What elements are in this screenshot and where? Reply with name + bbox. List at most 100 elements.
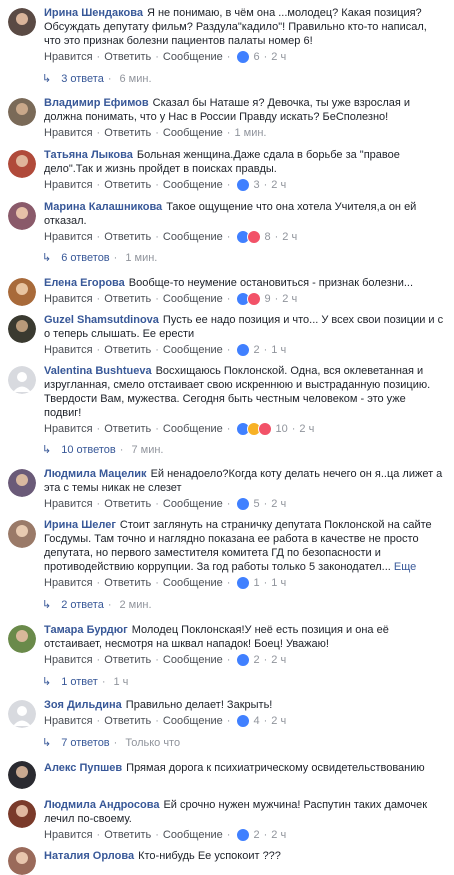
message-button[interactable]: Сообщение	[163, 828, 223, 842]
reply-button[interactable]: Ответить	[104, 343, 151, 357]
like-reaction-icon	[236, 50, 251, 64]
avatar[interactable]	[8, 8, 36, 36]
view-replies-link[interactable]: ↳ 1 ответ · 1 ч	[42, 674, 128, 690]
message-button[interactable]: Сообщение	[163, 343, 223, 357]
reactions[interactable]: 3	[236, 178, 260, 192]
comment-author[interactable]: Ирина Шелег	[44, 519, 116, 531]
comment-time[interactable]: 2 ч	[271, 497, 286, 511]
reactions[interactable]: 10	[236, 422, 288, 436]
reactions[interactable]: 2	[236, 343, 260, 357]
comment-time[interactable]: 2 ч	[271, 828, 286, 842]
avatar[interactable]	[8, 202, 36, 230]
avatar[interactable]	[8, 847, 36, 875]
see-more-link[interactable]: Еще	[394, 561, 416, 573]
reply-button[interactable]: Ответить	[104, 828, 151, 842]
message-button[interactable]: Сообщение	[163, 497, 223, 511]
avatar[interactable]	[8, 469, 36, 497]
comment-author[interactable]: Марина Калашникова	[44, 201, 162, 213]
reply-button[interactable]: Ответить	[104, 576, 151, 590]
view-replies-link[interactable]: ↳ 7 ответов · Только что	[42, 735, 180, 751]
like-button[interactable]: Нравится	[44, 714, 93, 728]
message-button[interactable]: Сообщение	[163, 126, 223, 140]
reply-button[interactable]: Ответить	[104, 497, 151, 511]
reactions[interactable]: 5	[236, 497, 260, 511]
like-button[interactable]: Нравится	[44, 292, 93, 306]
like-button[interactable]: Нравится	[44, 50, 93, 64]
like-button[interactable]: Нравится	[44, 422, 93, 436]
reply-button[interactable]: Ответить	[104, 178, 151, 192]
view-replies-link[interactable]: ↳ 6 ответов · 1 мин.	[42, 250, 157, 266]
comment-author[interactable]: Valentina Bushtueva	[44, 365, 152, 377]
comment-time[interactable]: 1 ч	[271, 343, 286, 357]
comment-author[interactable]: Ирина Шендакова	[44, 7, 143, 19]
comment-time[interactable]: 2 ч	[271, 178, 286, 192]
reply-button[interactable]: Ответить	[104, 50, 151, 64]
comment-actions: Нравится · Ответить · Сообщение · 2 · 2 ч	[44, 828, 287, 842]
comment-time[interactable]: 2 ч	[282, 292, 297, 306]
reactions[interactable]: 2	[236, 653, 260, 667]
comment-time[interactable]: 1 мин.	[234, 126, 266, 140]
reactions[interactable]: 2	[236, 828, 260, 842]
like-button[interactable]: Нравится	[44, 497, 93, 511]
avatar[interactable]	[8, 800, 36, 828]
comment-author[interactable]: Людмила Андросова	[44, 799, 159, 811]
avatar[interactable]	[8, 700, 36, 728]
reactions[interactable]: 4	[236, 714, 260, 728]
comment-author[interactable]: Тамара Бурдюг	[44, 624, 128, 636]
message-button[interactable]: Сообщение	[163, 292, 223, 306]
view-replies-link[interactable]: ↳ 3 ответа · 6 мин.	[42, 71, 152, 87]
reactions[interactable]: 9	[236, 292, 271, 306]
comment-author[interactable]: Людмила Мацелик	[44, 468, 147, 480]
comment-author[interactable]: Наталия Орлова	[44, 850, 134, 862]
avatar[interactable]	[8, 366, 36, 394]
like-button[interactable]: Нравится	[44, 343, 93, 357]
comment-author[interactable]: Елена Егорова	[44, 277, 125, 289]
avatar[interactable]	[8, 278, 36, 306]
reply-button[interactable]: Ответить	[104, 422, 151, 436]
like-button[interactable]: Нравится	[44, 653, 93, 667]
message-button[interactable]: Сообщение	[163, 230, 223, 244]
comment-actions: Нравится · Ответить · Сообщение · 5 · 2 ч	[44, 497, 287, 511]
comment-author[interactable]: Guzel Shamsutdinova	[44, 314, 159, 326]
like-button[interactable]: Нравится	[44, 230, 93, 244]
reactions[interactable]: 1	[236, 576, 260, 590]
avatar[interactable]	[8, 520, 36, 548]
avatar[interactable]	[8, 98, 36, 126]
message-button[interactable]: Сообщение	[163, 50, 223, 64]
reply-arrow-icon: ↳	[42, 737, 52, 749]
comment-author[interactable]: Алекс Пупшев	[44, 762, 122, 774]
comment-time[interactable]: 2 ч	[299, 422, 314, 436]
reactions[interactable]: 6	[236, 50, 260, 64]
comment-author[interactable]: Татьяна Лыкова	[44, 149, 133, 161]
like-button[interactable]: Нравится	[44, 576, 93, 590]
love-reaction-icon	[247, 230, 262, 244]
message-button[interactable]: Сообщение	[163, 576, 223, 590]
view-replies-link[interactable]: ↳ 10 ответов · 7 мин.	[42, 442, 163, 458]
avatar[interactable]	[8, 625, 36, 653]
like-reaction-icon	[236, 343, 251, 357]
message-button[interactable]: Сообщение	[163, 178, 223, 192]
message-button[interactable]: Сообщение	[163, 422, 223, 436]
reply-button[interactable]: Ответить	[104, 653, 151, 667]
reactions[interactable]: 8	[236, 230, 271, 244]
comment-author[interactable]: Владимир Ефимов	[44, 97, 149, 109]
comment-time[interactable]: 1 ч	[271, 576, 286, 590]
reply-button[interactable]: Ответить	[104, 714, 151, 728]
view-replies-link[interactable]: ↳ 2 ответа · 2 мин.	[42, 597, 152, 613]
comment-time[interactable]: 2 ч	[282, 230, 297, 244]
message-button[interactable]: Сообщение	[163, 714, 223, 728]
comment-time[interactable]: 2 ч	[271, 714, 286, 728]
comment-time[interactable]: 2 ч	[271, 50, 286, 64]
reply-button[interactable]: Ответить	[104, 126, 151, 140]
like-button[interactable]: Нравится	[44, 828, 93, 842]
reply-button[interactable]: Ответить	[104, 292, 151, 306]
comment-time[interactable]: 2 ч	[271, 653, 286, 667]
reply-button[interactable]: Ответить	[104, 230, 151, 244]
avatar[interactable]	[8, 761, 36, 789]
like-button[interactable]: Нравится	[44, 178, 93, 192]
like-button[interactable]: Нравится	[44, 126, 93, 140]
comment-author[interactable]: Зоя Дильдина	[44, 699, 122, 711]
avatar[interactable]	[8, 315, 36, 343]
message-button[interactable]: Сообщение	[163, 653, 223, 667]
avatar[interactable]	[8, 150, 36, 178]
